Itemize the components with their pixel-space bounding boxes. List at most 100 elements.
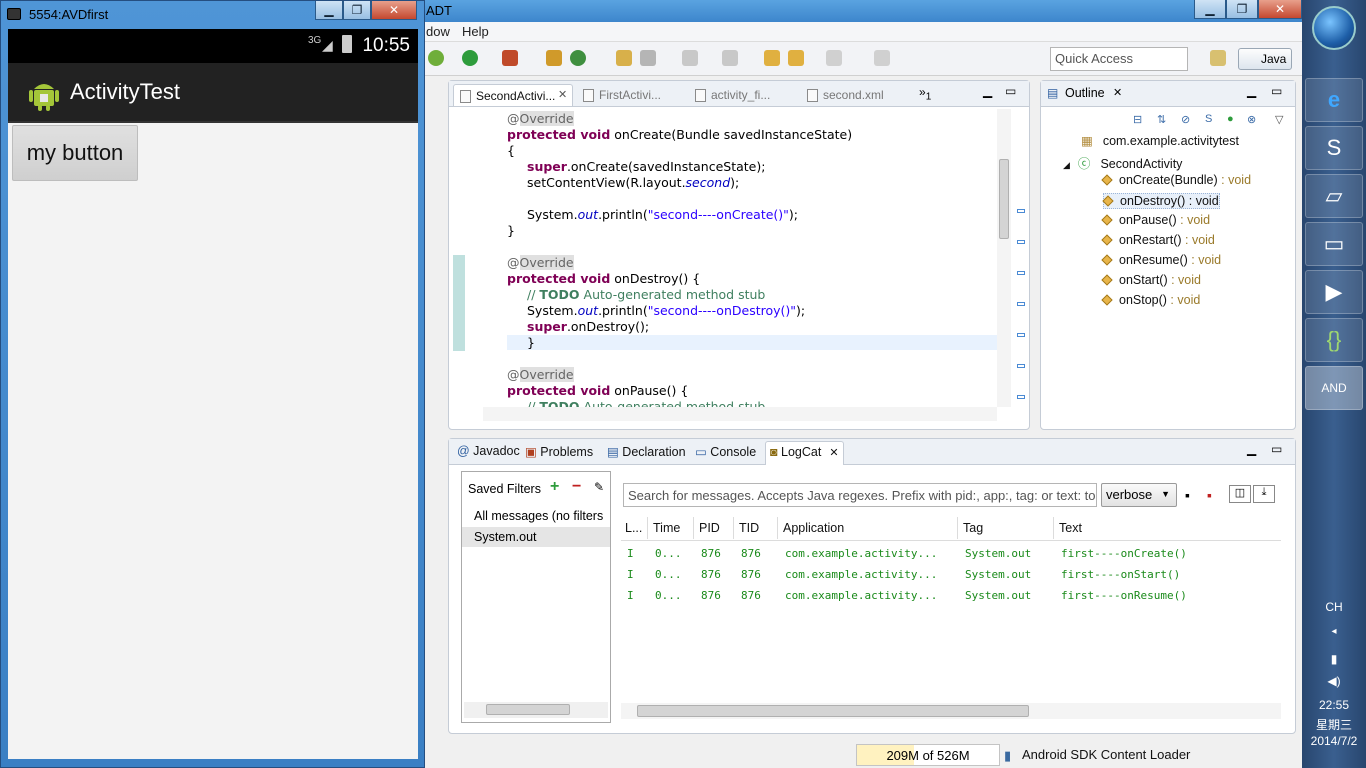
open-folder-icon[interactable] <box>616 50 632 66</box>
android-emulator-icon[interactable]: AND <box>1305 366 1363 410</box>
column-header[interactable]: L... <box>625 521 642 535</box>
back-arrow-icon[interactable] <box>788 50 804 66</box>
overview-marker[interactable] <box>1017 302 1025 306</box>
forward-arrow-icon[interactable] <box>826 50 842 66</box>
close-icon[interactable]: ✕ <box>558 88 567 101</box>
explorer-folder-icon[interactable]: ▭ <box>1305 222 1363 266</box>
tab-problems[interactable]: ▣ Problems <box>525 444 593 459</box>
maximize-view-icon[interactable]: ▭ <box>1271 84 1282 98</box>
minimize-view-icon[interactable]: ▁ <box>1247 442 1256 456</box>
collapse-all-icon[interactable]: ⊟ <box>1133 113 1142 126</box>
save-icon[interactable]: ▪ <box>1185 487 1190 503</box>
outline-method[interactable]: onResume() : void <box>1101 253 1221 267</box>
code-line[interactable]: } <box>507 223 515 238</box>
tab-declaration[interactable]: ▤ Declaration <box>607 444 686 459</box>
hide-local-types-icon[interactable]: ⊗ <box>1247 113 1256 126</box>
scroll-lock-icon[interactable]: ⤓ <box>1253 485 1275 503</box>
code-line[interactable]: protected void onDestroy() { <box>507 271 700 286</box>
maximize-button[interactable]: ❐ <box>1226 0 1258 19</box>
remove-filter-icon[interactable]: − <box>572 478 581 496</box>
code-area[interactable]: @Override protected void onCreate(Bundle … <box>507 109 1001 409</box>
filter-system-out[interactable]: System.out <box>462 527 610 547</box>
logcat-search-input[interactable]: Search for messages. Accepts Java regexe… <box>623 483 1097 507</box>
annotation-icon[interactable] <box>682 50 698 66</box>
trash-icon[interactable]: ▮ <box>1004 748 1011 764</box>
outline-method[interactable]: onCreate(Bundle) : void <box>1101 173 1251 187</box>
code-line[interactable]: @Override <box>507 111 574 126</box>
outline-class[interactable]: ◢ ⓒ SecondActivity <box>1063 153 1182 172</box>
outline-method[interactable]: onDestroy() : void <box>1102 193 1220 209</box>
java-perspective-button[interactable]: Java <box>1238 48 1292 70</box>
log-row[interactable]: I 0... 876 876 com.example.activity... System… <box>621 547 1281 565</box>
tab-console[interactable]: ▭ Console <box>695 444 756 459</box>
scroll-thumb[interactable] <box>999 159 1009 239</box>
minimize-view-icon[interactable]: ▁ <box>1247 84 1256 98</box>
tab-second-xml[interactable]: second.xml <box>801 84 911 106</box>
adt-app-icon[interactable]: {} <box>1305 318 1363 362</box>
outline-method[interactable]: onPause() : void <box>1101 213 1210 227</box>
filter-all-messages[interactable]: All messages (no filters <box>462 506 610 526</box>
minimize-view-icon[interactable]: ▁ <box>983 84 992 98</box>
log-level-select[interactable]: verbose ▼ <box>1101 483 1177 507</box>
outline-method[interactable]: onRestart() : void <box>1101 233 1215 247</box>
column-divider[interactable] <box>693 517 694 539</box>
hide-fields-icon[interactable]: ⊘ <box>1181 113 1190 126</box>
ie-icon[interactable]: e <box>1305 78 1363 122</box>
menu-help[interactable]: Help <box>462 24 489 39</box>
show-hidden-icons-icon[interactable]: ◂ <box>1302 626 1366 637</box>
scroll-thumb[interactable] <box>637 705 1029 717</box>
device-screen[interactable]: 3G ◢ 10:55 ActivityTest my button <box>8 29 418 759</box>
log-row[interactable]: I 0... 876 876 com.example.activity... System… <box>621 589 1281 607</box>
tray-date[interactable]: 2014/7/2 <box>1302 734 1366 748</box>
menu-window[interactable]: dow <box>426 24 450 39</box>
tab-second-activity[interactable]: SecondActivi... ✕ <box>453 84 573 106</box>
start-button[interactable] <box>1312 6 1356 50</box>
hide-nonpublic-icon[interactable]: ● <box>1227 113 1234 125</box>
column-divider[interactable] <box>777 517 778 539</box>
overview-marker[interactable] <box>1017 209 1025 213</box>
heap-status[interactable]: 209M of 526M <box>856 744 1000 766</box>
media-player-icon[interactable]: ▶ <box>1305 270 1363 314</box>
column-header[interactable]: PID <box>699 521 720 535</box>
overview-marker[interactable] <box>1017 395 1025 399</box>
column-header[interactable]: Text <box>1059 521 1082 535</box>
tray-weekday[interactable]: 星期三 <box>1302 716 1366 733</box>
log-row[interactable]: I 0... 876 876 com.example.activity... System… <box>621 568 1281 586</box>
code-line[interactable]: setContentView(R.layout.second); <box>527 175 739 190</box>
column-divider[interactable] <box>733 517 734 539</box>
tab-activity-first-xml[interactable]: activity_fi... <box>689 84 801 106</box>
code-line[interactable]: @Override <box>507 367 574 382</box>
scroll-thumb[interactable] <box>486 704 570 715</box>
outline-package[interactable]: ▦ com.example.activitytest <box>1081 133 1239 148</box>
tab-logcat[interactable]: ◙ LogCat ✕ <box>765 441 844 465</box>
code-line[interactable]: super.onCreate(savedInstanceState); <box>527 159 765 174</box>
sort-icon[interactable]: ⇅ <box>1157 113 1166 126</box>
close-button[interactable]: ✕ <box>371 1 417 20</box>
open-perspective-icon[interactable] <box>1210 50 1226 66</box>
my-button[interactable]: my button <box>12 125 138 181</box>
outline-method[interactable]: onStart() : void <box>1101 273 1201 287</box>
code-line[interactable]: { <box>507 143 515 158</box>
tab-first-activity[interactable]: FirstActivi... <box>577 84 689 106</box>
code-line[interactable]: System.out.println("second----onCreate()… <box>527 207 798 222</box>
minimize-button[interactable]: ▁ <box>1194 0 1226 19</box>
outline-method[interactable]: onStop() : void <box>1101 293 1200 307</box>
overview-marker[interactable] <box>1017 240 1025 244</box>
code-line[interactable]: System.out.println("second----onDestroy(… <box>527 303 805 318</box>
tray-time[interactable]: 22:55 <box>1302 698 1366 712</box>
overview-ruler[interactable] <box>1015 109 1027 407</box>
tab-overflow-icon[interactable]: »1 <box>919 85 931 102</box>
maximize-view-icon[interactable]: ▭ <box>1005 84 1016 98</box>
last-edit-icon[interactable] <box>764 50 780 66</box>
quick-access-input[interactable]: Quick Access <box>1050 47 1188 71</box>
debug-icon[interactable] <box>502 50 518 66</box>
code-line[interactable]: super.onDestroy(); <box>527 319 649 334</box>
column-header[interactable]: Application <box>783 521 844 535</box>
toggle-panel-icon[interactable]: ◫ <box>1229 485 1251 503</box>
gear-icon[interactable] <box>428 50 444 66</box>
network-icon[interactable]: ▮ <box>1302 652 1366 666</box>
new-class-icon[interactable] <box>546 50 562 66</box>
add-filter-icon[interactable]: + <box>550 478 559 496</box>
clear-log-icon[interactable]: ▪ <box>1207 487 1212 503</box>
overview-marker[interactable] <box>1017 271 1025 275</box>
